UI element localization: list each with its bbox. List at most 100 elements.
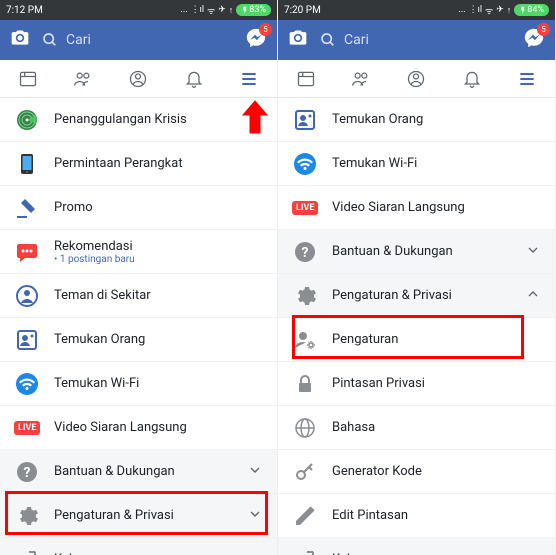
status-wifi-icon: ᯤ	[485, 4, 493, 17]
recommend-icon	[14, 239, 40, 265]
menu-item-label: Bantuan & Dukungan	[332, 244, 511, 259]
menu-item-label: Bahasa	[332, 420, 541, 435]
menu-item-bahasa[interactable]: Bahasa	[278, 406, 555, 450]
device-icon	[14, 151, 40, 177]
battery-indicator: 83%	[236, 4, 271, 16]
gear-icon	[14, 503, 40, 529]
menu-item-temukan-wifi[interactable]: Temukan Wi-Fi	[278, 142, 555, 186]
menu-item-temukan-orang[interactable]: Temukan Orang	[278, 98, 555, 142]
help-icon: ?	[14, 459, 40, 485]
radar-icon	[14, 107, 40, 133]
menu-item-label: Video Siaran Langsung	[332, 200, 541, 215]
menu-item-teman-sekitar[interactable]: Teman di Sekitar	[0, 274, 277, 318]
menu-item-perangkat[interactable]: Permintaan Perangkat	[0, 142, 277, 186]
menu-item-label: Penanggulangan Krisis	[54, 112, 263, 127]
menu-item-label: Temukan Orang	[332, 112, 541, 127]
edit-icon	[292, 503, 318, 529]
menu-list-right[interactable]: Temukan Orang Temukan Wi-Fi LIVEVideo Siar…	[278, 98, 555, 555]
messenger-button[interactable]: 5	[523, 27, 545, 53]
menu-item-keluar[interactable]: Keluar	[278, 538, 555, 555]
phone-left: 7:12 PM ... ⋮ıl ᯤ ✈ ↑ 83% Cari 5	[0, 0, 278, 555]
menu-item-label: Generator Kode	[332, 464, 541, 479]
nearby-icon	[14, 283, 40, 309]
status-signal-icon: ⋮ıl	[191, 5, 204, 15]
search-input[interactable]: Cari	[320, 32, 511, 48]
chevron-up-icon	[525, 286, 541, 306]
menu-item-bantuan[interactable]: ? Bantuan & Dukungan	[278, 230, 555, 274]
menu-item-label: Pengaturan & Privasi	[54, 508, 233, 523]
find-people-icon	[292, 107, 318, 133]
menu-list-left[interactable]: Penanggulangan Krisis Permintaan Perangka…	[0, 98, 277, 555]
status-upload-icon: ↑	[507, 5, 512, 16]
gear-icon	[292, 283, 318, 309]
app-header: Cari 5	[278, 20, 555, 60]
lock-icon	[292, 371, 318, 397]
chevron-down-icon	[247, 506, 263, 526]
tab-friends[interactable]	[72, 68, 94, 90]
status-wifi-icon: ᯤ	[207, 4, 215, 17]
menu-item-krisis[interactable]: Penanggulangan Krisis	[0, 98, 277, 142]
menu-item-label: Bantuan & Dukungan	[54, 464, 233, 479]
menu-item-rekomendasi[interactable]: Rekomendasi• 1 postingan baru	[0, 230, 277, 274]
search-icon	[320, 32, 336, 48]
find-people-icon	[14, 327, 40, 353]
nav-tabs	[278, 60, 555, 98]
status-airplane-icon: ✈	[496, 5, 504, 15]
tab-profile[interactable]	[405, 68, 427, 90]
menu-item-temukan-wifi[interactable]: Temukan Wi-Fi	[0, 362, 277, 406]
menu-item-label: Edit Pintasan	[332, 508, 541, 523]
svg-text:?: ?	[24, 465, 31, 481]
tab-notifications[interactable]	[183, 68, 205, 90]
chevron-down-icon	[525, 242, 541, 262]
menu-item-bantuan[interactable]: ? Bantuan & Dukungan	[0, 450, 277, 494]
tab-notifications[interactable]	[461, 68, 483, 90]
tab-newsfeed[interactable]	[295, 68, 317, 90]
help-icon: ?	[292, 239, 318, 265]
status-bar: 7:20 PM ... ⋮ıl ᯤ ✈ ↑ 84%	[278, 0, 555, 20]
tab-menu[interactable]	[238, 68, 260, 90]
camera-icon[interactable]	[10, 28, 30, 52]
tab-profile[interactable]	[127, 68, 149, 90]
app-header: Cari 5	[0, 20, 277, 60]
menu-item-temukan-orang[interactable]: Temukan Orang	[0, 318, 277, 362]
menu-item-pengaturan-privasi[interactable]: Pengaturan & Privasi	[0, 494, 277, 538]
live-icon: LIVE	[14, 415, 40, 441]
camera-icon[interactable]	[288, 28, 308, 52]
menu-item-pintasan-privasi[interactable]: Pintasan Privasi	[278, 362, 555, 406]
menu-item-label: Promo	[54, 200, 263, 215]
menu-item-label: Temukan Wi-Fi	[332, 156, 541, 171]
wifi-icon	[292, 151, 318, 177]
tab-newsfeed[interactable]	[17, 68, 39, 90]
menu-item-keluar[interactable]: Keluar	[0, 538, 277, 555]
globe-icon	[292, 415, 318, 441]
status-bar: 7:12 PM ... ⋮ıl ᯤ ✈ ↑ 83%	[0, 0, 277, 20]
status-airplane-icon: ✈	[218, 5, 226, 15]
menu-item-generator-kode[interactable]: Generator Kode	[278, 450, 555, 494]
menu-item-label: Temukan Wi-Fi	[54, 376, 263, 391]
menu-item-label: Pengaturan	[332, 332, 541, 347]
menu-item-label: Video Siaran Langsung	[54, 420, 263, 435]
tab-menu[interactable]	[516, 68, 538, 90]
message-badge: 5	[259, 23, 272, 36]
menu-item-video-live[interactable]: LIVE Video Siaran Langsung	[0, 406, 277, 450]
menu-item-sublabel: • 1 postingan baru	[54, 254, 263, 265]
menu-item-promo[interactable]: Promo	[0, 186, 277, 230]
messenger-button[interactable]: 5	[245, 27, 267, 53]
battery-indicator: 84%	[514, 4, 549, 16]
status-time: 7:12 PM	[6, 5, 43, 16]
menu-item-edit-pintasan[interactable]: Edit Pintasan	[278, 494, 555, 538]
menu-item-label: Temukan Orang	[54, 332, 263, 347]
menu-item-label: Permintaan Perangkat	[54, 156, 263, 171]
menu-item-label: Teman di Sekitar	[54, 288, 263, 303]
search-input[interactable]: Cari	[42, 32, 233, 48]
menu-item-pengaturan-privasi[interactable]: Pengaturan & Privasi	[278, 274, 555, 318]
status-dots-icon: ...	[458, 5, 465, 15]
chevron-down-icon	[247, 462, 263, 482]
key-icon	[292, 459, 318, 485]
search-icon	[42, 32, 58, 48]
message-badge: 5	[537, 23, 550, 36]
menu-item-pengaturan[interactable]: Pengaturan	[278, 318, 555, 362]
menu-item-label: Pengaturan & Privasi	[332, 288, 511, 303]
tab-friends[interactable]	[350, 68, 372, 90]
menu-item-video-live[interactable]: LIVEVideo Siaran Langsung	[278, 186, 555, 230]
